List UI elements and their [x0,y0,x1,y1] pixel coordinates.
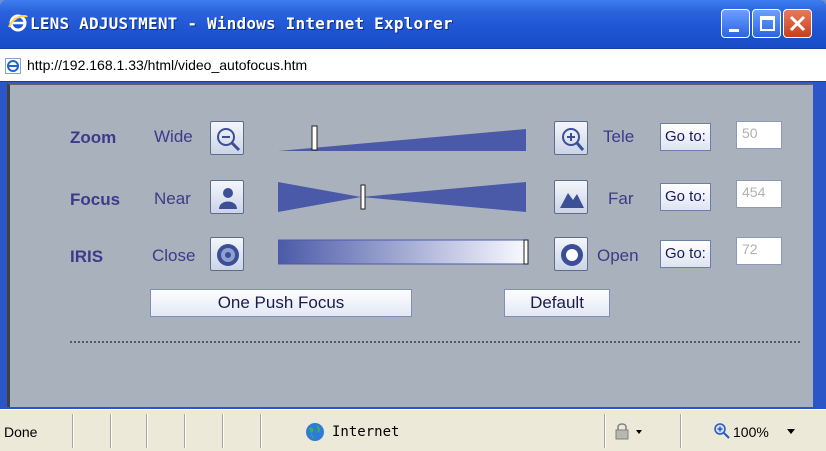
address-bar[interactable]: http://192.168.1.33/html/video_autofocus… [0,48,826,82]
status-divider [146,414,148,448]
window-title: LENS ADJUSTMENT - Windows Internet Explo… [30,14,453,33]
iris-open-label: Open [597,246,639,265]
focus-near-label: Near [154,189,191,208]
iris-label: IRIS [70,247,104,266]
focus-slider-near-track [278,182,361,212]
status-divider [260,414,262,448]
focus-value-input[interactable]: 454 [736,180,782,208]
focus-slider-far-track [361,182,526,212]
maximize-button[interactable] [752,9,781,38]
zoom-out-icon [217,128,241,152]
status-divider [604,414,606,448]
status-text: Done [4,424,38,440]
ie-page-icon [5,58,21,74]
focus-slider[interactable] [278,180,528,214]
chevron-down-icon[interactable] [786,428,796,436]
zoom-tele-label: Tele [603,127,635,146]
zoom-label: Zoom [70,128,117,147]
zoom-slider[interactable] [278,123,528,153]
mountain-icon [560,193,584,208]
zoom-slider-thumb[interactable] [311,125,318,151]
zoom-wide-label: Wide [154,127,193,146]
focus-slider-thumb[interactable] [360,184,366,210]
focus-goto-button[interactable]: Go to: [660,183,711,211]
zoom-value-input[interactable]: 50 [736,121,782,149]
iris-slider-thumb[interactable] [523,239,529,265]
status-divider [72,414,74,448]
default-button[interactable]: Default [504,289,610,317]
page-content: Zoom Wide Tele Go to: 50 Focus Near Far … [7,83,813,407]
minimize-icon [729,29,739,32]
maximize-icon [760,16,775,31]
iris-goto-button[interactable]: Go to: [660,240,711,268]
focus-far-button[interactable] [554,180,588,214]
iris-close-label: Close [152,246,196,265]
iris-open-icon [561,244,583,266]
browser-window: LENS ADJUSTMENT - Windows Internet Explo… [0,0,826,451]
lock-icon[interactable] [612,422,646,440]
focus-far-label: Far [608,189,634,208]
zoom-goto-button[interactable]: Go to: [660,123,711,151]
zoom-level-label[interactable]: 100% [733,424,769,440]
minimize-button[interactable] [721,9,750,38]
security-zone-label: Internet [332,424,400,440]
globe-icon [306,423,324,441]
status-divider [680,414,682,448]
status-divider [222,414,224,448]
status-divider [184,414,186,448]
iris-slider-track [278,239,527,265]
dotted-divider [70,341,800,343]
iris-value-input[interactable]: 72 [736,237,782,265]
focus-near-button[interactable] [210,180,244,214]
zoom-tele-button[interactable] [554,121,588,155]
close-icon [789,15,806,32]
url-text[interactable]: http://192.168.1.33/html/video_autofocus… [27,57,307,73]
magnifier-icon [714,423,730,439]
status-bar: Done Internet 100% [0,409,826,451]
close-button[interactable] [783,9,812,38]
zoom-in-icon [562,128,585,151]
iris-open-button[interactable] [554,237,588,271]
one-push-focus-button[interactable]: One Push Focus [150,289,412,317]
iris-close-button[interactable] [210,237,244,271]
status-divider [110,414,112,448]
focus-label: Focus [70,190,121,209]
iris-slider[interactable] [278,237,530,267]
iris-close-icon [217,244,239,266]
person-icon [219,188,237,209]
zoom-wide-button[interactable] [210,121,244,155]
ie-logo-icon [8,14,28,32]
title-bar: LENS ADJUSTMENT - Windows Internet Explo… [0,0,826,48]
